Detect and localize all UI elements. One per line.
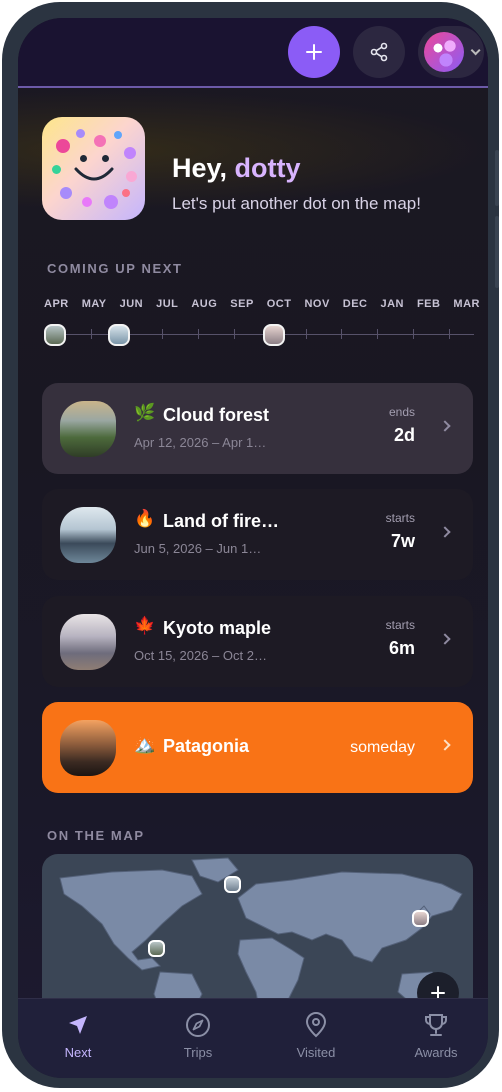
trip-countdown-label: starts (385, 511, 415, 525)
timeline-months: APR MAY JUN JUL AUG SEP OCT NOV DEC JAN FEB MAR (44, 298, 480, 310)
power-button (495, 216, 499, 288)
nav-label: Visited (296, 1045, 336, 1060)
trip-countdown-value: 7w (390, 531, 415, 551)
trip-photo (60, 720, 116, 776)
volume-button (495, 150, 499, 206)
add-trip-button[interactable] (288, 26, 340, 78)
world-map[interactable] (42, 854, 473, 1014)
app-logo (42, 117, 145, 220)
timeline-tick (90, 329, 92, 339)
map-pin-icon (305, 1012, 327, 1038)
timeline-trip-marker[interactable] (263, 324, 285, 346)
timeline-trip-marker[interactable] (44, 324, 66, 346)
timeline-tick (234, 329, 235, 339)
map-pin[interactable] (224, 876, 241, 893)
chevron-down-icon (470, 44, 481, 55)
timeline-month-label: AUG (191, 298, 218, 310)
nav-visited[interactable]: Visited (276, 1011, 356, 1060)
timeline-trip-marker[interactable] (108, 324, 130, 346)
chevron-right-icon (439, 739, 451, 751)
nav-trips[interactable]: Trips (158, 1011, 238, 1060)
timeline-tick (341, 329, 343, 339)
trip-emoji: 🍁 (134, 616, 156, 635)
chevron-right-icon (439, 526, 451, 538)
trip-countdown-label: someday (350, 739, 415, 756)
timeline-month-label: MAY (81, 298, 107, 310)
timeline-tick (377, 329, 379, 339)
nav-label: Next (64, 1045, 92, 1060)
trip-countdown-label: ends (388, 405, 415, 419)
timeline-month-label: FEB (416, 298, 441, 310)
greeting-tagline: Let's put another dot on the map! (172, 194, 421, 213)
trip-name: Land of fire… (163, 511, 279, 531)
trip-emoji: 🌿 (134, 403, 156, 422)
nav-next[interactable]: Next (38, 1011, 118, 1060)
timeline-month-label: JUN (119, 298, 144, 310)
world-map-graphic (59, 857, 463, 1014)
timeline-month-label: OCT (266, 298, 292, 310)
trip-photo (60, 507, 116, 563)
profile-menu-button[interactable] (418, 26, 484, 78)
trip-photo (60, 401, 116, 457)
coming-up-label: COMING UP NEXT (47, 261, 183, 276)
share-button[interactable] (353, 26, 405, 78)
timeline-month-label: APR (44, 298, 69, 310)
timeline-month-label: DEC (342, 298, 368, 310)
navigation-arrow-icon (69, 1016, 87, 1034)
trip-card[interactable]: 🔥 Land of fire… Jun 5, 2026 – Jun 1… starts… (42, 489, 473, 580)
bottom-navigation: Next Trips Visited Awards (18, 998, 488, 1078)
trip-dates: Apr 12, 2026 – Apr 1… (134, 435, 267, 450)
trip-card[interactable]: 🍁 Kyoto maple Oct 15, 2026 – Oct 2… starts 6… (42, 596, 473, 687)
timeline-tick (162, 329, 164, 339)
timeline-month-label: SEP (230, 298, 254, 310)
timeline-month-label: JUL (156, 298, 179, 310)
nav-awards[interactable]: Awards (396, 1011, 476, 1060)
trip-name: Patagonia (163, 736, 250, 756)
plus-icon (306, 44, 322, 60)
trip-dates: Jun 5, 2026 – Jun 1… (134, 541, 262, 556)
chevron-right-icon (439, 633, 451, 645)
trip-emoji: 🔥 (134, 509, 156, 528)
trip-dates: Oct 15, 2026 – Oct 2… (134, 648, 267, 663)
compass-icon (186, 1013, 210, 1037)
on-the-map-label: ON THE MAP (47, 828, 145, 843)
trip-name: Kyoto maple (163, 618, 272, 638)
top-bar (18, 18, 488, 88)
nav-label: Awards (414, 1045, 458, 1060)
map-pin[interactable] (412, 910, 429, 927)
trip-countdown-value: 6m (388, 638, 415, 658)
trip-countdown-value: 2d (393, 425, 415, 445)
nav-label: Trips (183, 1045, 213, 1060)
app-screen: Hey, dotty Let's put another dot on the … (18, 18, 488, 1078)
timeline-month-label: JAN (380, 298, 404, 310)
trip-card[interactable]: 🌿 Cloud forest Apr 12, 2026 – Apr 1… ends 2d (42, 383, 473, 474)
timeline-tick (198, 329, 200, 339)
avatar (424, 32, 464, 72)
trip-emoji: 🏔️ (134, 735, 156, 754)
trophy-icon (425, 1014, 447, 1036)
chevron-right-icon (439, 420, 451, 432)
timeline-tick (413, 329, 414, 339)
hero-glow (18, 90, 488, 220)
greeting-title: Hey, dotty (172, 153, 301, 183)
map-pin[interactable] (148, 940, 165, 957)
timeline-month-label: NOV (304, 298, 330, 310)
user-name: dotty (234, 153, 301, 183)
timeline-month-label: MAR (453, 298, 480, 310)
phone-frame: Hey, dotty Let's put another dot on the … (2, 2, 499, 1088)
timeline-tick (305, 329, 307, 339)
share-icon (370, 42, 388, 62)
trip-photo (60, 614, 116, 670)
timeline-tick (448, 329, 450, 339)
trip-name: Cloud forest (163, 405, 269, 425)
trip-card[interactable]: 🏔️ Patagonia someday (42, 702, 473, 793)
trip-countdown-label: starts (385, 618, 415, 632)
